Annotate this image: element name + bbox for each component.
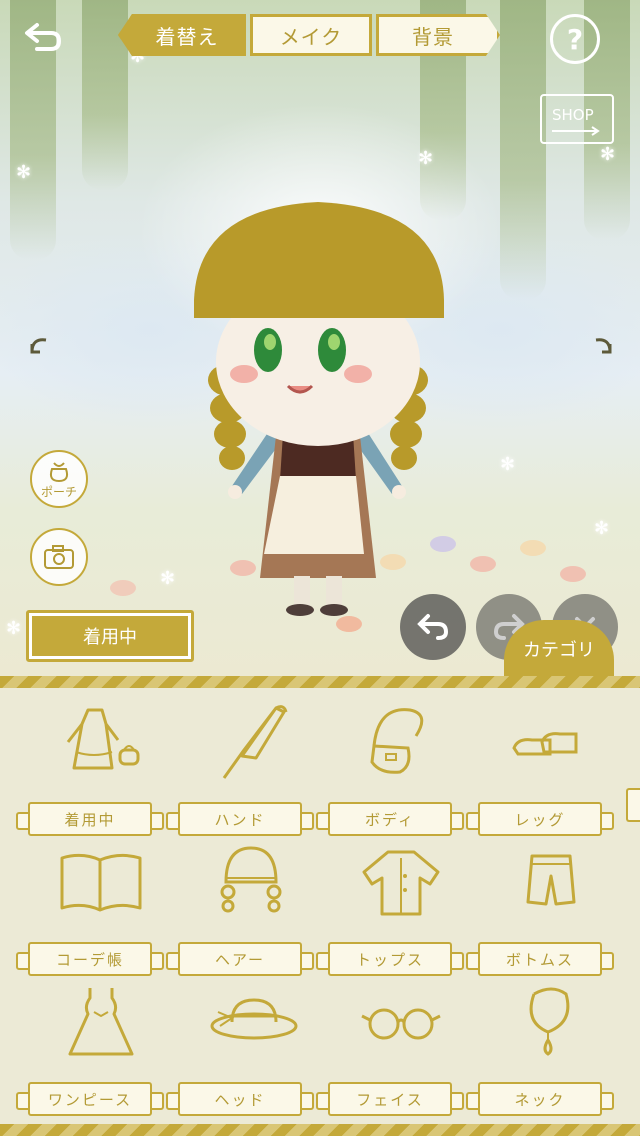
category-item-body[interactable]: ボディ bbox=[316, 702, 476, 842]
category-label: カテゴリ bbox=[523, 640, 595, 661]
pouch-icon bbox=[49, 461, 69, 482]
category-item-leg[interactable]: レッグ bbox=[466, 702, 626, 842]
pouch-button[interactable]: ポーチ bbox=[30, 450, 88, 508]
avatar-character[interactable] bbox=[180, 190, 460, 620]
next-column-peek[interactable] bbox=[626, 788, 640, 822]
umbrella-icon bbox=[222, 705, 288, 779]
shoulder-bag-icon bbox=[370, 708, 424, 774]
sparkle-icon: ✻ bbox=[6, 618, 22, 639]
undo-button[interactable] bbox=[400, 594, 466, 660]
category-label: トップス bbox=[316, 942, 464, 976]
wearing-button[interactable]: 着用中 bbox=[26, 610, 194, 662]
shirt-icon bbox=[362, 850, 440, 916]
flower-decoration bbox=[470, 556, 496, 572]
arrow-right-icon bbox=[552, 126, 600, 136]
undo-icon bbox=[417, 614, 449, 640]
category-panel: 着用中 ハンド ボディ レッグ コーデ帳 ヘアー トップス ボトムス ワンピース… bbox=[0, 676, 640, 1136]
necklace-icon bbox=[529, 987, 570, 1056]
hat-icon bbox=[210, 998, 298, 1040]
shorts-icon bbox=[526, 854, 576, 906]
dress-and-bag-icon bbox=[66, 708, 140, 770]
rotate-right-icon bbox=[595, 338, 612, 354]
open-book-icon bbox=[60, 853, 142, 912]
back-arrow-icon bbox=[25, 23, 62, 51]
question-mark-icon: ? bbox=[566, 22, 584, 56]
pouch-label: ポーチ bbox=[40, 484, 77, 499]
category-label: ネック bbox=[466, 1082, 614, 1116]
shop-label: SHOP bbox=[552, 106, 594, 124]
panel-bottom-stripe bbox=[0, 1124, 640, 1136]
glasses-icon bbox=[361, 1008, 441, 1040]
category-item-bottoms[interactable]: ボトムス bbox=[466, 842, 626, 982]
flower-decoration bbox=[110, 580, 136, 596]
category-label: コーデ帳 bbox=[16, 942, 164, 976]
category-item-wearing[interactable]: 着用中 bbox=[16, 702, 176, 842]
category-item-coordinate-book[interactable]: コーデ帳 bbox=[16, 842, 176, 982]
category-label: ワンピース bbox=[16, 1082, 164, 1116]
flower-decoration bbox=[560, 566, 586, 582]
one-piece-dress-icon bbox=[68, 988, 134, 1056]
sparkle-icon: ✻ bbox=[500, 454, 516, 475]
category-label: ハンド bbox=[166, 802, 314, 836]
tab-dress-up[interactable]: 着替え bbox=[118, 14, 246, 56]
category-item-neck[interactable]: ネック bbox=[466, 982, 626, 1122]
rotate-left-button[interactable] bbox=[28, 332, 58, 362]
category-item-one-piece[interactable]: ワンピース bbox=[16, 982, 176, 1122]
category-tab[interactable]: カテゴリ bbox=[504, 620, 614, 678]
category-label: 着用中 bbox=[16, 802, 164, 836]
tab-makeup[interactable]: メイク bbox=[250, 14, 372, 56]
sparkle-icon: ✻ bbox=[160, 568, 176, 589]
category-item-hair[interactable]: ヘアー bbox=[166, 842, 326, 982]
category-item-head[interactable]: ヘッド bbox=[166, 982, 326, 1122]
category-label: ボディ bbox=[316, 802, 464, 836]
category-label: ヘッド bbox=[166, 1082, 314, 1116]
shoes-icon bbox=[512, 732, 578, 756]
help-button[interactable]: ? bbox=[550, 14, 600, 64]
braided-hair-icon bbox=[220, 846, 282, 913]
tab-background[interactable]: 背景 bbox=[376, 14, 500, 56]
sparkle-icon: ✻ bbox=[16, 162, 32, 183]
rotate-right-button[interactable] bbox=[590, 332, 620, 362]
category-label: レッグ bbox=[466, 802, 614, 836]
category-label: ヘアー bbox=[166, 942, 314, 976]
category-item-face[interactable]: フェイス bbox=[316, 982, 476, 1122]
sparkle-icon: ✻ bbox=[594, 518, 610, 539]
sparkle-icon: ✻ bbox=[418, 148, 434, 169]
category-item-tops[interactable]: トップス bbox=[316, 842, 476, 982]
flower-decoration bbox=[520, 540, 546, 556]
camera-button[interactable] bbox=[30, 528, 88, 586]
camera-icon bbox=[44, 545, 74, 569]
top-tabs: 着替え メイク 背景 bbox=[118, 14, 500, 56]
back-button[interactable] bbox=[18, 14, 68, 60]
panel-top-stripe bbox=[0, 676, 640, 688]
category-label: フェイス bbox=[316, 1082, 464, 1116]
category-label: ボトムス bbox=[466, 942, 614, 976]
shop-button[interactable]: SHOP bbox=[540, 94, 614, 144]
category-item-hand[interactable]: ハンド bbox=[166, 702, 326, 842]
tree-decoration bbox=[500, 0, 546, 300]
sparkle-icon: ✻ bbox=[600, 144, 616, 165]
rotate-left-icon bbox=[30, 338, 47, 354]
